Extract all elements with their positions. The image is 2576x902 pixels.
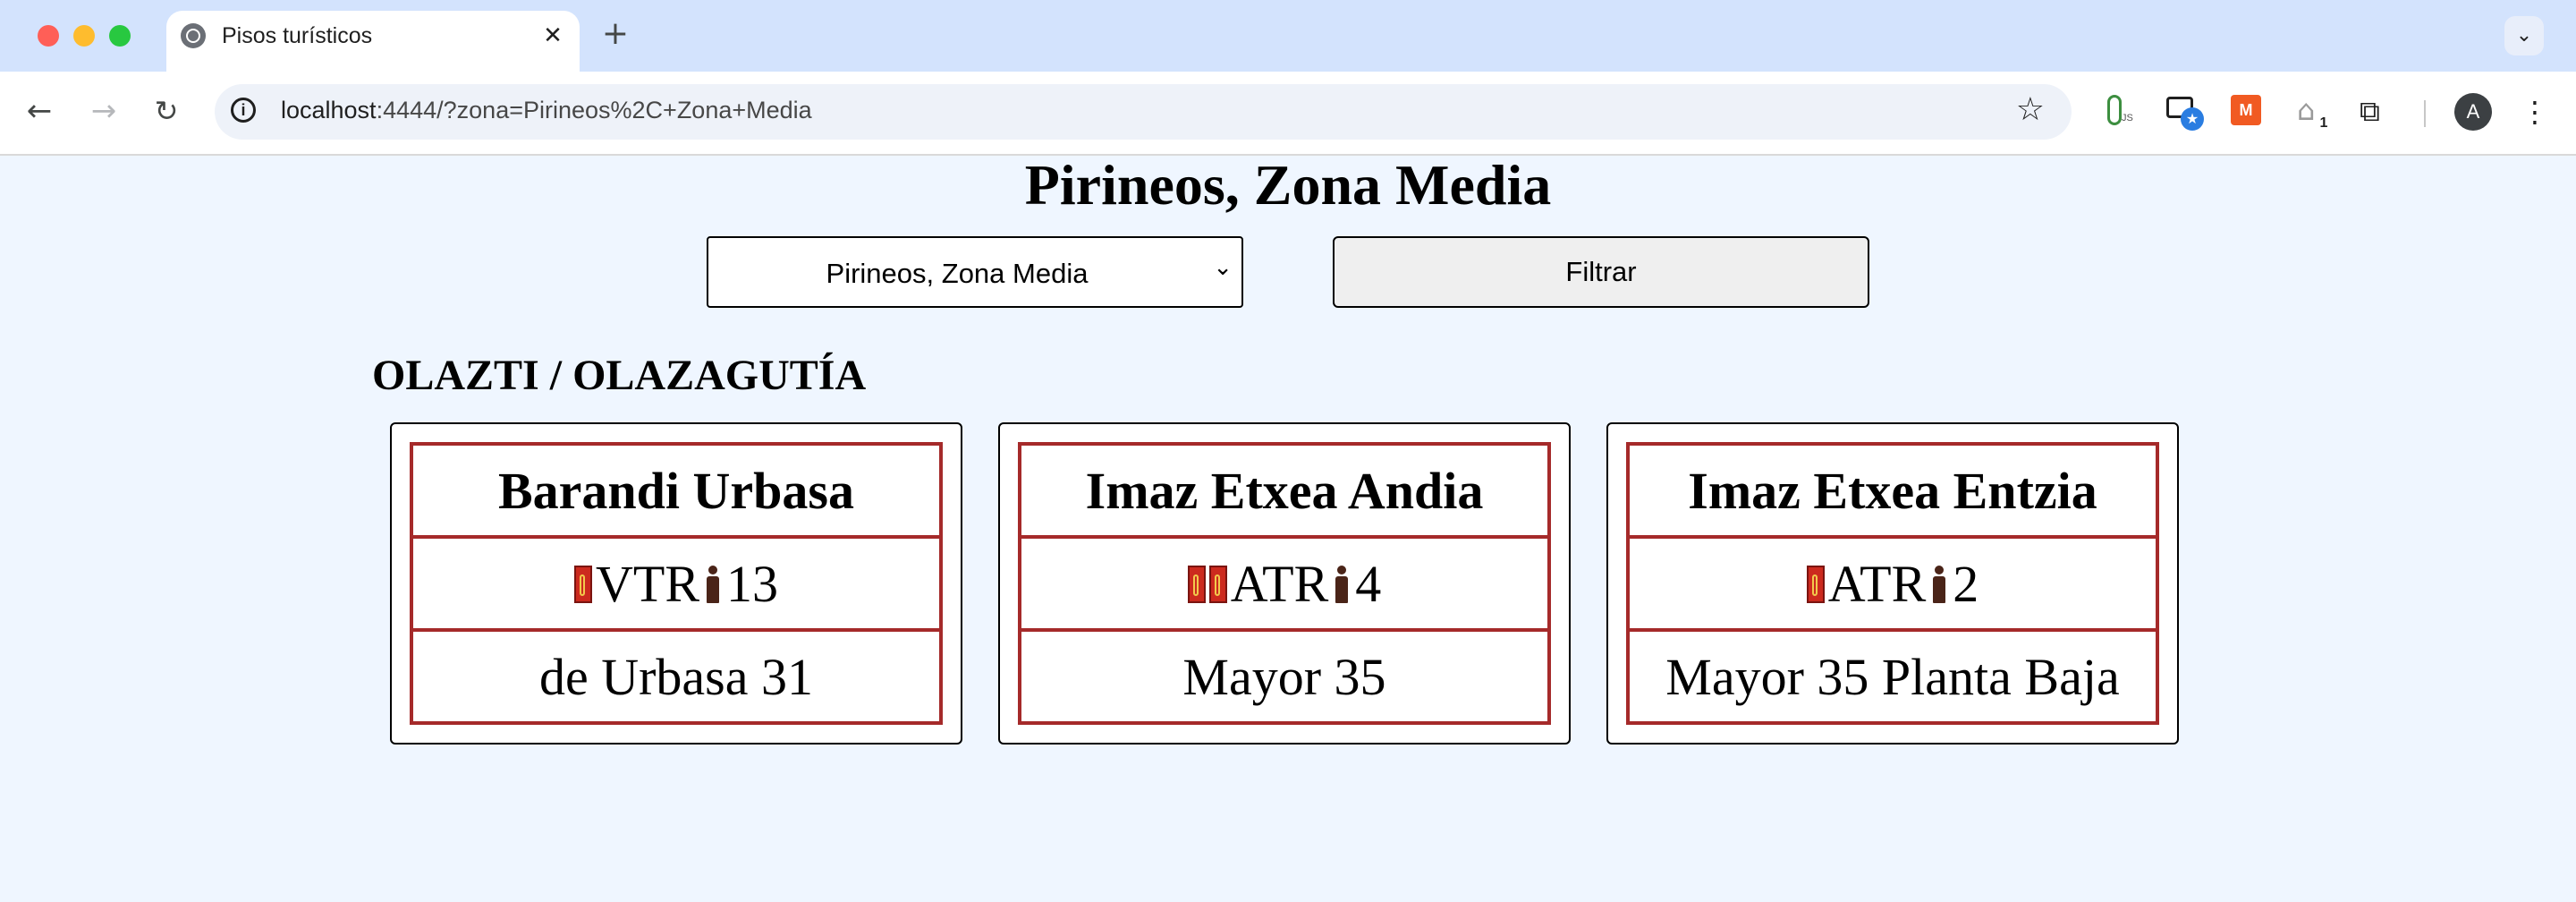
listing-meta: ATR 2 bbox=[1626, 535, 2159, 632]
toolbar-divider bbox=[2424, 100, 2426, 127]
zone-select-value: Pirineos, Zona Media bbox=[826, 258, 1089, 289]
key-icon bbox=[1806, 565, 1825, 603]
key-icon bbox=[1187, 565, 1206, 603]
person-icon bbox=[705, 565, 721, 605]
listing-type: VTR bbox=[596, 554, 699, 613]
profile-avatar[interactable]: A bbox=[2454, 93, 2492, 131]
url-text[interactable]: localhost:4444/?zona=Pirineos%2C+Zona+Me… bbox=[281, 97, 812, 124]
tab-title: Pisos turísticos bbox=[222, 23, 373, 48]
tab-search-button[interactable]: ⌄ bbox=[2504, 16, 2544, 55]
listing-type: ATR bbox=[1827, 554, 1927, 613]
zone-select[interactable]: Pirineos, Zona Media ⌄ bbox=[707, 236, 1243, 308]
listing-table: Imaz Etxea Entzia ATR 2 Mayor 35 Planta B… bbox=[1626, 442, 2159, 725]
url-host: localhost bbox=[281, 97, 377, 123]
tab-strip: Pisos turísticos ✕ + ⌄ bbox=[0, 0, 2576, 72]
more-menu-icon[interactable]: ⋮ bbox=[2521, 91, 2549, 132]
listing-capacity: 13 bbox=[726, 554, 778, 613]
js-extension-icon[interactable]: JS bbox=[2102, 95, 2134, 127]
reload-icon[interactable]: ↻ bbox=[145, 89, 188, 132]
key-icon bbox=[574, 565, 592, 603]
listing-card: Barandi Urbasa VTR 13 de Urbasa 31 bbox=[390, 422, 962, 745]
js-label: JS bbox=[2122, 113, 2133, 123]
listing-address: Mayor 35 bbox=[1018, 628, 1551, 725]
listing-address: Mayor 35 Planta Baja bbox=[1626, 628, 2159, 725]
listing-capacity: 2 bbox=[1953, 554, 1979, 613]
listing-address: de Urbasa 31 bbox=[410, 628, 943, 725]
extension-badge-count: 1 bbox=[2315, 115, 2333, 132]
close-window-button[interactable] bbox=[38, 25, 59, 47]
listing-name: Imaz Etxea Entzia bbox=[1626, 442, 2159, 539]
star-badge-icon: ★ bbox=[2181, 107, 2204, 131]
listing-card: Imaz Etxea Andia ATR 4 Mayor 35 bbox=[998, 422, 1571, 745]
new-tab-button[interactable]: + bbox=[597, 16, 633, 52]
bookmark-star-icon[interactable]: ☆ bbox=[2016, 91, 2045, 128]
url-path: :4444/?zona=Pirineos%2C+Zona+Media bbox=[376, 97, 812, 123]
listing-meta: ATR 4 bbox=[1018, 535, 1551, 632]
filter-button[interactable]: Filtrar bbox=[1333, 236, 1869, 308]
active-tab[interactable]: Pisos turísticos ✕ bbox=[166, 11, 580, 72]
maximize-window-button[interactable] bbox=[109, 25, 131, 47]
forward-arrow-icon[interactable]: → bbox=[82, 89, 125, 132]
orange-extension-icon[interactable]: M bbox=[2231, 95, 2261, 125]
chevron-down-icon: ⌄ bbox=[1213, 254, 1233, 281]
page-title: Pirineos, Zona Media bbox=[1024, 153, 1552, 217]
listing-type: ATR bbox=[1230, 554, 1329, 613]
town-heading: OLAZTI / OLAZAGUTÍA bbox=[372, 352, 867, 399]
person-icon bbox=[1334, 565, 1350, 605]
puzzle-extensions-icon[interactable]: ⧉ bbox=[2360, 95, 2392, 127]
listing-meta: VTR 13 bbox=[410, 535, 943, 632]
browser-toolbar: ← → ↻ i localhost:4444/?zona=Pirineos%2C… bbox=[0, 72, 2576, 156]
listing-table: Imaz Etxea Andia ATR 4 Mayor 35 bbox=[1018, 442, 1551, 725]
listing-name: Barandi Urbasa bbox=[410, 442, 943, 539]
key-icon bbox=[1208, 565, 1227, 603]
minimize-window-button[interactable] bbox=[73, 25, 95, 47]
globe-icon bbox=[181, 23, 206, 48]
listing-name: Imaz Etxea Andia bbox=[1018, 442, 1551, 539]
toggle-shape bbox=[2107, 95, 2122, 125]
house-icon: ⌂ bbox=[2297, 93, 2316, 127]
listing-capacity: 4 bbox=[1355, 554, 1382, 613]
address-bar[interactable]: i localhost:4444/?zona=Pirineos%2C+Zona+… bbox=[215, 84, 2072, 140]
orange-extension-label: M bbox=[2239, 101, 2253, 119]
screen-star-extension-icon[interactable]: ★ bbox=[2166, 95, 2204, 131]
person-icon bbox=[1931, 565, 1947, 605]
listing-table: Barandi Urbasa VTR 13 de Urbasa 31 bbox=[410, 442, 943, 725]
site-info-icon[interactable]: i bbox=[231, 98, 256, 123]
back-arrow-icon[interactable]: ← bbox=[18, 89, 61, 132]
close-tab-icon[interactable]: ✕ bbox=[537, 20, 569, 52]
house-extension-icon[interactable]: ⌂ 1 bbox=[2295, 93, 2333, 132]
listing-card: Imaz Etxea Entzia ATR 2 Mayor 35 Planta B… bbox=[1606, 422, 2179, 745]
